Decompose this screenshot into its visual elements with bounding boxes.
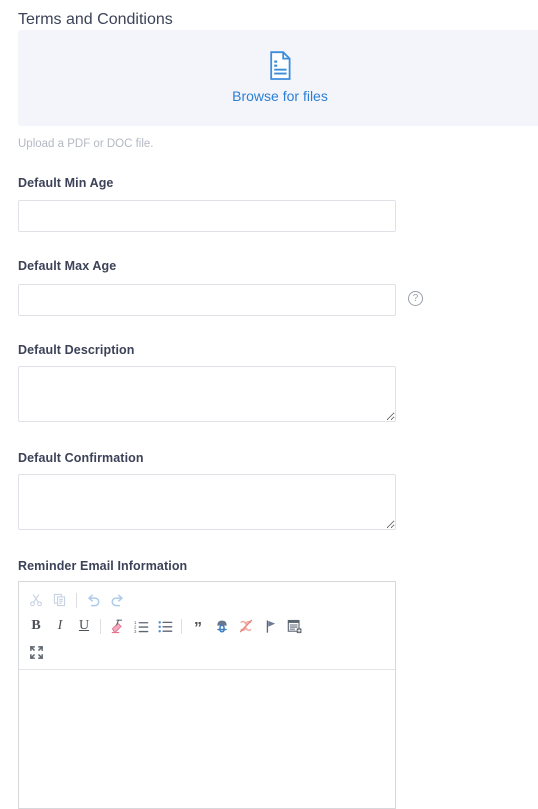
unlink-icon[interactable] (235, 615, 257, 637)
browse-for-files-link[interactable]: Browse for files (232, 87, 328, 105)
link-icon[interactable] (211, 615, 233, 637)
confirmation-label: Default Confirmation (18, 451, 144, 465)
editor-toolbar: B I U 1 2 3 ” (19, 582, 395, 670)
reminder-email-editor: B I U 1 2 3 ” (18, 581, 396, 809)
redo-icon[interactable] (106, 589, 128, 611)
document-icon (267, 51, 293, 81)
terms-file-dropzone[interactable]: Browse for files (18, 30, 538, 126)
toolbar-row-tools (25, 639, 389, 665)
question-mark-circle-icon[interactable]: ? (408, 291, 423, 306)
description-label: Default Description (18, 343, 135, 357)
remove-format-icon[interactable] (106, 615, 128, 637)
description-textarea[interactable] (18, 366, 396, 422)
max-age-input[interactable] (18, 284, 396, 316)
maximize-icon[interactable] (25, 641, 47, 663)
max-age-label: Default Max Age (18, 259, 117, 273)
toolbar-separator (181, 618, 182, 634)
toolbar-separator (76, 592, 77, 608)
italic-icon[interactable]: I (49, 615, 71, 637)
svg-text:3: 3 (134, 629, 137, 634)
copy-icon[interactable] (49, 589, 71, 611)
numbered-list-icon[interactable]: 1 2 3 (130, 615, 152, 637)
min-age-label: Default Min Age (18, 176, 114, 190)
bulleted-list-icon[interactable] (154, 615, 176, 637)
cut-icon[interactable] (25, 589, 47, 611)
confirmation-textarea[interactable] (18, 474, 396, 530)
terms-label: Terms and Conditions (18, 11, 173, 28)
toolbar-separator (100, 618, 101, 634)
bold-icon[interactable]: B (25, 615, 47, 637)
page-break-icon[interactable] (283, 615, 305, 637)
reminder-email-editor-body[interactable] (19, 670, 395, 808)
terms-help-text: Upload a PDF or DOC file. (18, 138, 154, 150)
anchor-icon[interactable] (259, 615, 281, 637)
toolbar-row-formatting: B I U 1 2 3 ” (25, 613, 389, 639)
underline-icon[interactable]: U (73, 615, 95, 637)
min-age-input[interactable] (18, 200, 396, 232)
reminder-email-label: Reminder Email Information (18, 559, 188, 573)
blockquote-icon[interactable]: ” (187, 612, 209, 640)
undo-icon[interactable] (82, 589, 104, 611)
toolbar-row-clipboard (25, 587, 389, 613)
settings-form-page: Terms and Conditions Browse for files Up… (0, 0, 538, 809)
